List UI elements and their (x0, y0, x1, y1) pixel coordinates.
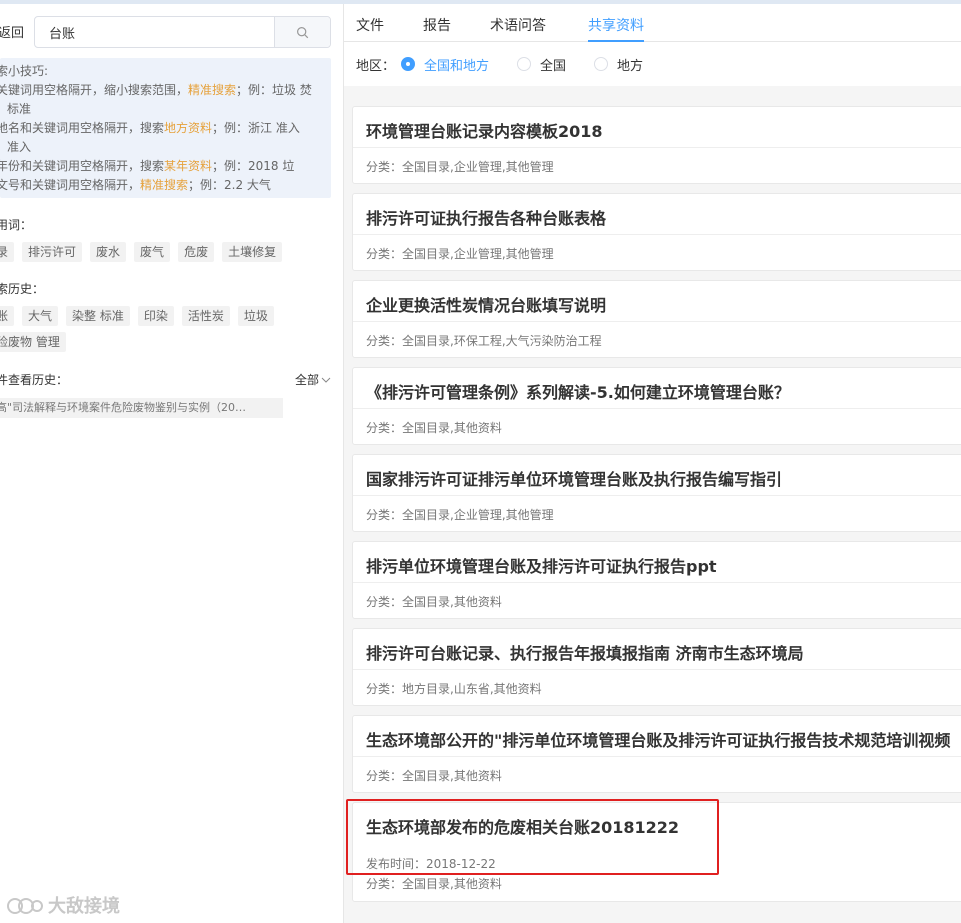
right-panel: 文件 报告 术语问答 共享资料 地区： 全国和地方 全国 地方 环境管理台账记录… (344, 4, 961, 923)
hot-word-chip[interactable]: 土壤修复 (222, 242, 283, 262)
tab-shared-materials[interactable]: 共享资料 (588, 15, 644, 35)
hot-word-chip[interactable]: 录 (0, 242, 15, 262)
tip-line: 文号和关键词用空格隔开，精准搜索；例：2.2 大气 (0, 178, 271, 192)
result-card[interactable]: 生态环境部公开的"排污单位环境管理台账及排污许可证执行报告技术规范培训视频 分类… (352, 715, 961, 793)
result-title[interactable]: 生态环境部公开的"排污单位环境管理台账及排污许可证执行报告技术规范培训视频 (366, 727, 950, 751)
active-tab-underline (588, 40, 644, 42)
result-title[interactable]: 《排污许可管理条例》系列解读-5.如何建立环境管理台账？ (366, 379, 790, 403)
watermark: 大敌接境 (6, 892, 120, 918)
search-history: 账 大气 染整 标准 印染 活性炭 垃圾 险废物 管理 (0, 306, 280, 352)
search-button[interactable] (274, 17, 330, 47)
result-category: 分类：全国目录,其他资料 (366, 877, 502, 891)
chevron-down-icon (321, 377, 331, 383)
tips-title: 索小技巧: (0, 64, 49, 78)
tab-files[interactable]: 文件 (356, 15, 384, 35)
result-title[interactable]: 排污许可证执行报告各种台账表格 (366, 205, 606, 229)
result-title[interactable]: 排污单位环境管理台账及排污许可证执行报告ppt (366, 553, 717, 577)
result-card[interactable]: 排污单位环境管理台账及排污许可证执行报告ppt 分类：全国目录,其他资料 (352, 541, 961, 619)
card-divider (353, 756, 961, 757)
tip-line-cont: 标准 (7, 102, 32, 116)
watermark-logo-icon (7, 898, 43, 914)
search-icon (297, 26, 309, 38)
card-divider (353, 234, 961, 235)
result-title[interactable]: 生态环境部发布的危废相关台账20181222 (366, 814, 679, 838)
result-card[interactable]: 环境管理台账记录内容模板2018 分类：全国目录,企业管理,其他管理 (352, 106, 961, 184)
history-chip[interactable]: 垃圾 (237, 306, 274, 326)
all-history-label: 全部 (294, 373, 319, 387)
result-category: 分类：全国目录,其他资料 (366, 769, 502, 783)
result-title[interactable]: 排污许可台账记录、执行报告年报填报指南 济南市生态环境局 (366, 640, 804, 664)
region-option-all[interactable]: 全国和地方 (401, 55, 489, 74)
result-card[interactable]: 企业更换活性炭情况台账填写说明 分类：全国目录,环保工程,大气污染防治工程 (352, 280, 961, 358)
result-category: 分类：全国目录,环保工程,大气污染防治工程 (366, 334, 602, 348)
result-card[interactable]: 排污许可证执行报告各种台账表格 分类：全国目录,企业管理,其他管理 (352, 193, 961, 271)
hot-word-chip[interactable]: 排污许可 (22, 242, 83, 262)
history-chip[interactable]: 大气 (22, 306, 59, 326)
tip-line: 年份和关键词用空格隔开，搜索某年资料；例：2018 垃 (0, 159, 295, 173)
card-divider (353, 321, 961, 322)
history-chip[interactable]: 染整 标准 (66, 306, 130, 326)
history-chip[interactable]: 险废物 管理 (0, 332, 66, 352)
history-chip[interactable]: 印染 (137, 306, 174, 326)
result-title[interactable]: 环境管理台账记录内容模板2018 (366, 118, 603, 142)
result-category: 分类：全国目录,企业管理,其他管理 (366, 508, 554, 522)
hot-word-chip[interactable]: 废水 (90, 242, 127, 262)
result-category: 分类：全国目录,其他资料 (366, 421, 502, 435)
radio-icon (401, 57, 416, 71)
tip-line: 地名和关键词用空格隔开，搜索地方资料；例：浙江 准入 (0, 121, 300, 135)
history-chip[interactable]: 活性炭 (181, 306, 230, 326)
back-link[interactable]: 返回 (0, 22, 24, 41)
tip-line: 关键词用空格隔开，缩小搜索范围，精准搜索；例：垃圾 焚 (0, 83, 312, 97)
region-option-national[interactable]: 全国 (517, 55, 566, 74)
card-divider (353, 408, 961, 409)
left-panel: 返回 索小技巧: 关键词用空格隔开，缩小搜索范围，精准搜索；例：垃圾 焚 标准 … (0, 4, 343, 923)
radio-icon (517, 57, 532, 71)
card-divider (353, 495, 961, 496)
region-label: 地区： (356, 58, 396, 74)
result-title[interactable]: 国家排污许可证排污单位环境管理台账及执行报告编写指引 (366, 466, 782, 490)
result-category: 分类：地方目录,山东省,其他资料 (366, 682, 542, 696)
result-card[interactable]: 《排污许可管理条例》系列解读-5.如何建立环境管理台账？ 分类：全国目录,其他资… (352, 367, 961, 445)
result-title[interactable]: 企业更换活性炭情况台账填写说明 (366, 292, 606, 316)
search-input[interactable] (35, 17, 275, 47)
all-history-link[interactable]: 全部 (295, 371, 331, 388)
result-card[interactable]: 排污许可台账记录、执行报告年报填报指南 济南市生态环境局 分类：地方目录,山东省… (352, 628, 961, 706)
card-divider (353, 582, 961, 583)
radio-icon (594, 57, 609, 71)
search-box (34, 16, 331, 48)
region-filter: 地区： 全国和地方 全国 地方 (356, 54, 671, 74)
tip-line-cont: 准入 (7, 140, 32, 154)
card-divider (353, 669, 961, 670)
results-list: 环境管理台账记录内容模板2018 分类：全国目录,企业管理,其他管理 排污许可证… (344, 86, 961, 923)
file-history-item[interactable]: 高"司法解释与环境案件危险废物鉴别与实例（20… (0, 398, 283, 418)
hot-word-chip[interactable]: 危废 (178, 242, 215, 262)
tab-glossary-qa[interactable]: 术语问答 (490, 15, 546, 35)
card-divider (353, 147, 961, 148)
hot-words: 录 排污许可 废水 废气 危废 土壤修复 (0, 242, 300, 262)
result-category: 分类：全国目录,企业管理,其他管理 (366, 160, 554, 174)
file-history-label: 件查看历史： (0, 373, 69, 387)
tab-bar: 文件 报告 术语问答 共享资料 (344, 4, 961, 42)
search-tips: 索小技巧: 关键词用空格隔开，缩小搜索范围，精准搜索；例：垃圾 焚 标准 地名和… (0, 58, 331, 198)
hot-words-label: 用词： (0, 218, 33, 232)
result-card[interactable]: 生态环境部发布的危废相关台账20181222 发布时间：2018-12-22 分… (352, 802, 961, 902)
result-card[interactable]: 国家排污许可证排污单位环境管理台账及执行报告编写指引 分类：全国目录,企业管理,… (352, 454, 961, 532)
region-option-local[interactable]: 地方 (594, 55, 643, 74)
history-chip[interactable]: 账 (0, 306, 15, 326)
watermark-text: 大敌接境 (48, 896, 120, 917)
hot-word-chip[interactable]: 废气 (134, 242, 171, 262)
result-category: 分类：全国目录,企业管理,其他管理 (366, 247, 554, 261)
result-publish-date: 发布时间：2018-12-22 (366, 857, 496, 871)
tab-reports[interactable]: 报告 (423, 15, 451, 35)
search-history-label: 索历史： (0, 282, 45, 296)
result-category: 分类：全国目录,其他资料 (366, 595, 502, 609)
